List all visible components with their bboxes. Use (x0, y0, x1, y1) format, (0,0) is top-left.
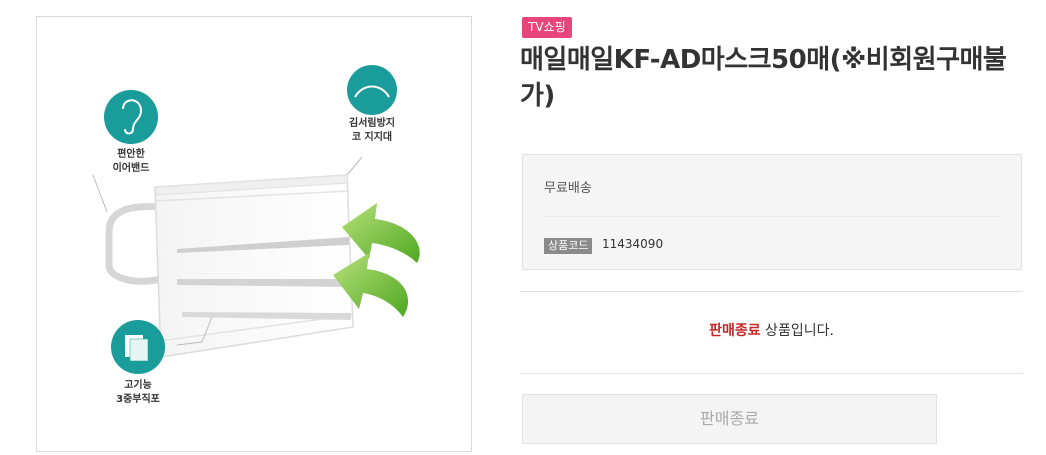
sale-status-rest: 상품입니다. (760, 323, 834, 339)
tv-shopping-badge: TV쇼핑 (522, 17, 572, 38)
product-image: 편안한 이어밴드 김서림방지 코 지지대 고기능 3중부직포 (36, 16, 472, 452)
sold-out-button[interactable]: 판매종료 (522, 394, 937, 444)
feature-label-antifog: 김서림방지 코 지지대 (349, 118, 395, 143)
product-code-label: 상품코드 (544, 238, 593, 254)
product-info-box: 무료배송 상품코드 11434090 (522, 154, 1022, 270)
feature-label-nonwoven: 고기능 3중부직포 (116, 380, 160, 405)
ear-icon (104, 90, 158, 144)
feature-label-earband: 편안한 이어밴드 (112, 149, 150, 174)
info-divider (544, 216, 1000, 217)
product-code-value: 11434090 (602, 237, 664, 251)
product-title: 매일매일KF-AD마스크50매(※비회원구매불가) (520, 45, 1007, 111)
nose-bridge-icon (347, 65, 397, 115)
divider (520, 373, 1023, 374)
divider (520, 291, 1023, 292)
sale-status-message: 판매종료 상품입니다. (520, 320, 1023, 340)
shipping-text: 무료배송 (544, 181, 592, 196)
layers-icon (111, 320, 165, 374)
sale-status-highlight: 판매종료 (709, 323, 761, 339)
airflow-arrow-icon (342, 203, 420, 263)
mask-body (154, 174, 354, 358)
ear-loop (105, 203, 165, 285)
